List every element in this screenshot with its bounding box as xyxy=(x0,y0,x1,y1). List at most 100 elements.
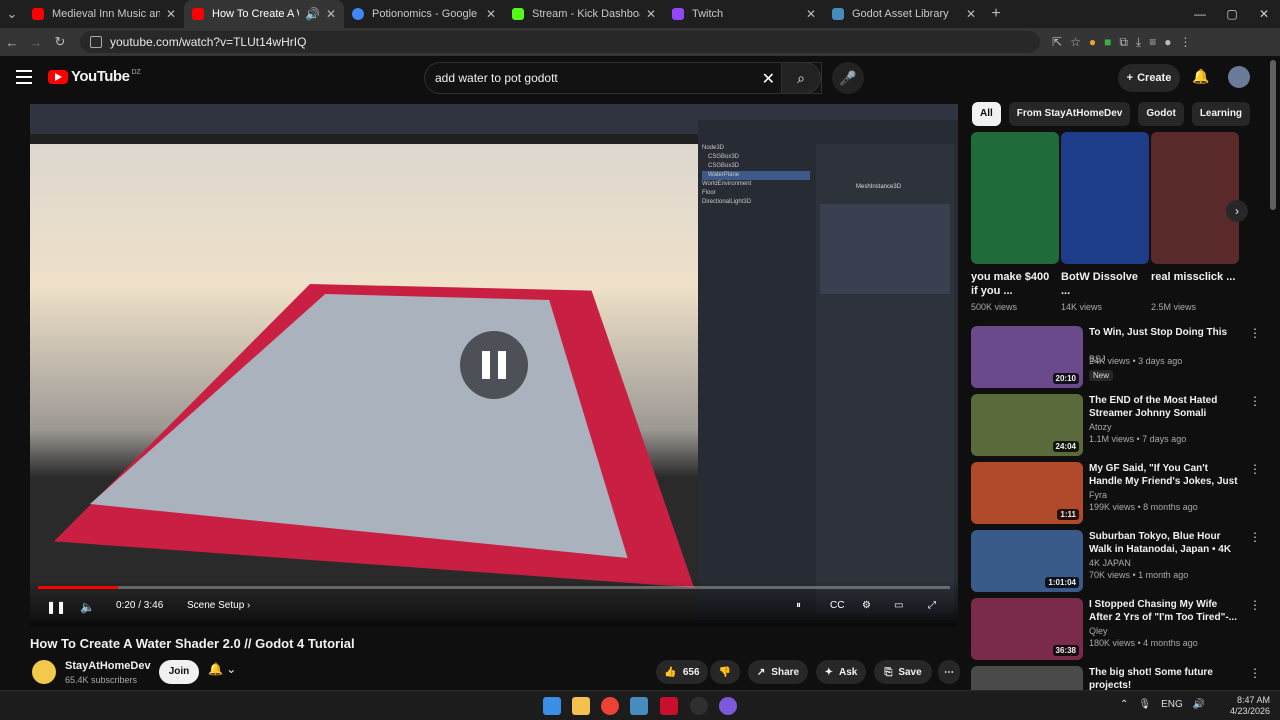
more-options-icon[interactable]: ⋮ xyxy=(1249,598,1261,612)
extension-icon[interactable]: ● xyxy=(1089,35,1096,50)
join-button[interactable]: Join xyxy=(159,660,199,684)
back-icon[interactable]: ← xyxy=(0,35,24,50)
save-button[interactable]: ⎘ Save xyxy=(874,660,932,684)
recommended-video[interactable]: 20:10 To Win, Just Stop Doing This BSJ 2… xyxy=(971,326,1261,390)
reload-icon[interactable]: ↻ xyxy=(48,34,72,50)
minimize-icon[interactable]: — xyxy=(1184,0,1216,28)
menu-icon[interactable]: ≡ xyxy=(1149,35,1156,50)
browser-tab-2[interactable]: Potionomics - Google Search ✕ xyxy=(344,0,504,28)
account-avatar[interactable] xyxy=(1228,66,1250,88)
volume-icon[interactable]: 🔈 xyxy=(80,600,95,614)
more-options-icon[interactable]: ⋮ xyxy=(1249,462,1261,476)
like-button[interactable]: 👍 656 xyxy=(656,660,708,684)
browser-tab-3[interactable]: Stream - Kick Dashboard ✕ xyxy=(504,0,664,28)
fullscreen-icon[interactable]: ⤢ xyxy=(928,600,936,611)
close-tab-icon[interactable]: ✕ xyxy=(486,7,496,21)
chapter-button[interactable]: Scene Setup › xyxy=(187,600,250,611)
puzzle-icon[interactable]: ⧉ xyxy=(1119,35,1128,50)
recommended-video[interactable]: 24:04 The END of the Most Hated Streamer… xyxy=(971,394,1261,458)
notifications-bell-icon[interactable]: 🔔 xyxy=(1192,68,1209,85)
captions-icon[interactable]: CC xyxy=(830,600,844,611)
more-options-icon[interactable]: ⋮ xyxy=(1249,666,1261,680)
windows-start-icon[interactable] xyxy=(543,697,561,715)
create-button[interactable]: + Create xyxy=(1118,64,1180,92)
chip-learning[interactable]: Learning xyxy=(1191,102,1251,126)
browser-tab-5[interactable]: Godot Asset Library ✕ xyxy=(824,0,984,28)
volume-icon[interactable]: 🔊 xyxy=(1193,699,1205,710)
clock[interactable]: 8:47 AM 4/23/2026 xyxy=(1230,695,1270,717)
search-input[interactable]: add water to pot godott ✕ ⌕ xyxy=(424,62,822,94)
shorts-next-icon[interactable]: › xyxy=(1226,200,1248,222)
tray-expand-icon[interactable]: ⌃ xyxy=(1120,699,1128,710)
profile-icon[interactable]: ● xyxy=(1164,35,1171,50)
hamburger-menu-icon[interactable] xyxy=(16,70,32,84)
thumbs-down-icon: 👎 xyxy=(718,666,732,678)
youtube-logo[interactable]: YouTube DZ xyxy=(48,68,141,85)
close-tab-icon[interactable]: ✕ xyxy=(646,7,656,21)
channel-avatar[interactable] xyxy=(32,660,56,684)
install-icon[interactable]: ⇱ xyxy=(1052,35,1062,50)
godot-icon[interactable] xyxy=(630,697,648,715)
autoplay-toggle-icon[interactable]: ⏸ xyxy=(796,600,801,611)
browser-tab-1[interactable]: How To Create A Water Sha 🔊 ✕ xyxy=(184,0,344,28)
close-tab-icon[interactable]: ✕ xyxy=(326,7,336,21)
site-info-icon[interactable] xyxy=(90,36,102,48)
recommended-video[interactable]: 36:38 I Stopped Chasing My Wife After 2 … xyxy=(971,598,1261,662)
browser-tab-0[interactable]: Medieval Inn Music and Fantasy ✕ xyxy=(24,0,184,28)
settings-gear-icon[interactable]: ⚙ xyxy=(862,600,871,611)
close-tab-icon[interactable]: ✕ xyxy=(806,7,816,21)
extension-icon[interactable]: ■ xyxy=(1104,35,1111,50)
channel-name[interactable]: StayAtHomeDev xyxy=(65,660,151,672)
app-icon[interactable] xyxy=(660,697,678,715)
short-item[interactable]: BotW Dissolve ... 14K views xyxy=(1061,132,1149,312)
obs-icon[interactable] xyxy=(690,697,708,715)
tab-search-icon[interactable]: ⌄ xyxy=(0,6,24,22)
close-window-icon[interactable]: ✕ xyxy=(1248,0,1280,28)
pause-overlay-icon[interactable] xyxy=(460,331,528,399)
new-tab-icon[interactable]: + xyxy=(984,5,1008,23)
browser-tab-4[interactable]: Twitch ✕ xyxy=(664,0,824,28)
more-options-icon[interactable]: ⋮ xyxy=(1249,530,1261,544)
progress-bar[interactable] xyxy=(38,586,950,589)
maximize-icon[interactable]: ▢ xyxy=(1216,0,1248,28)
video-player[interactable]: Node3D CSGBox3D CSGBox3D WaterPlane Worl… xyxy=(30,104,958,626)
recommended-video[interactable]: 1:01:04 Suburban Tokyo, Blue Hour Walk i… xyxy=(971,530,1261,594)
more-options-icon[interactable]: ⋮ xyxy=(1249,394,1261,408)
chrome-icon[interactable] xyxy=(601,697,619,715)
subscribe-bell-icon[interactable]: 🔔 ⌄ xyxy=(208,662,236,676)
video-meta: 24K views • 3 days ago xyxy=(1089,356,1183,366)
short-item[interactable]: real missclick ... 2.5M views xyxy=(1151,132,1239,312)
close-tab-icon[interactable]: ✕ xyxy=(966,7,976,21)
search-query: add water to pot godott xyxy=(435,71,558,85)
short-item[interactable]: you make $400 if you ... 500K views xyxy=(971,132,1059,312)
language-indicator[interactable]: ENG xyxy=(1161,699,1183,710)
speaker-icon[interactable]: 🔊 xyxy=(305,7,320,21)
clear-search-icon[interactable]: ✕ xyxy=(762,69,775,89)
video-title: How To Create A Water Shader 2.0 // Godo… xyxy=(30,636,355,651)
ask-button[interactable]: ✦ Ask xyxy=(816,660,866,684)
app-icon[interactable] xyxy=(719,697,737,715)
more-icon[interactable]: ⋮ xyxy=(1179,35,1191,50)
voice-search-icon[interactable]: 🎤 xyxy=(832,62,864,94)
country-code: DZ xyxy=(131,69,141,76)
microphone-icon[interactable]: 🎙 xyxy=(1138,699,1151,710)
channel-name: Fyra xyxy=(1089,490,1107,500)
chip-from-channel[interactable]: From StayAtHomeDev xyxy=(1008,102,1131,126)
pause-icon[interactable]: ❚❚ xyxy=(46,600,66,614)
url-field[interactable]: youtube.com/watch?v=TLUt14wHrIQ xyxy=(80,31,1040,53)
share-button[interactable]: ↗ Share xyxy=(748,660,808,684)
chip-all[interactable]: All xyxy=(972,102,1001,126)
recommended-video[interactable]: The big shot! Some future projects! ⋮ xyxy=(971,666,1261,690)
more-actions-button[interactable]: ⋯ xyxy=(938,660,960,684)
download-icon[interactable]: ⤓ xyxy=(1136,35,1141,50)
dislike-button[interactable]: 👎 xyxy=(710,660,740,684)
more-options-icon[interactable]: ⋮ xyxy=(1249,326,1261,340)
theater-mode-icon[interactable]: ▭ xyxy=(894,600,903,611)
close-tab-icon[interactable]: ✕ xyxy=(166,7,176,21)
bookmark-star-icon[interactable]: ☆ xyxy=(1070,35,1081,50)
recommended-video[interactable]: 1:11 My GF Said, "If You Can't Handle My… xyxy=(971,462,1261,526)
forward-icon[interactable]: → xyxy=(24,35,48,50)
chip-godot[interactable]: Godot xyxy=(1138,102,1184,126)
file-explorer-icon[interactable] xyxy=(572,697,590,715)
search-button-icon[interactable]: ⌕ xyxy=(781,62,821,94)
